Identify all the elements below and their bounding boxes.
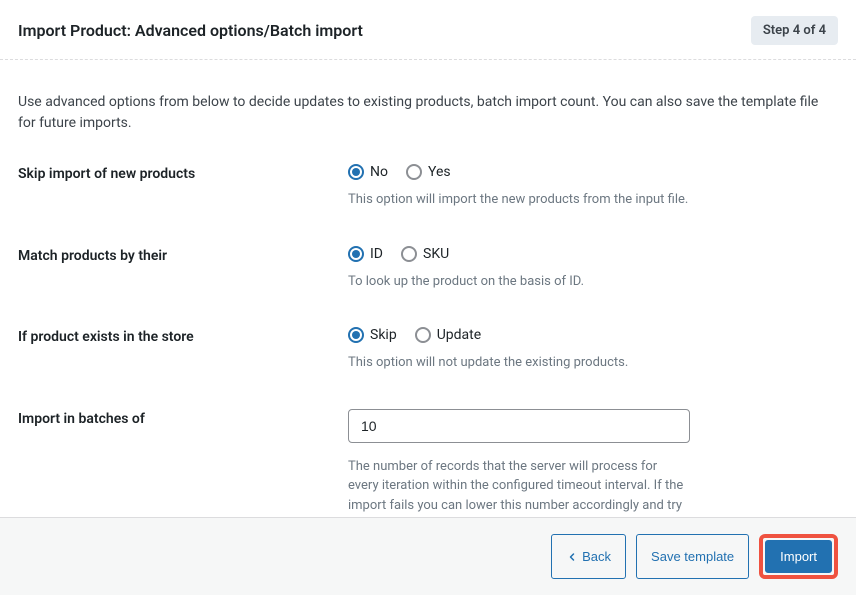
- if-exists-radio-group: Skip Update: [348, 327, 838, 343]
- page-description: Use advanced options from below to decid…: [0, 60, 856, 164]
- radio-icon: [348, 164, 364, 180]
- skip-import-yes-radio[interactable]: Yes: [406, 164, 451, 180]
- radio-icon: [401, 246, 417, 262]
- if-exists-help: This option will not update the existing…: [348, 353, 838, 373]
- save-template-button[interactable]: Save template: [636, 534, 749, 579]
- footer: Back Save template Import: [0, 517, 856, 595]
- back-button[interactable]: Back: [551, 534, 626, 579]
- import-button[interactable]: Import: [765, 540, 832, 573]
- radio-label: Skip: [370, 327, 397, 343]
- radio-label: Yes: [428, 164, 451, 180]
- page-title: Import Product: Advanced options/Batch i…: [18, 21, 363, 40]
- radio-label: SKU: [423, 246, 449, 262]
- skip-import-label: Skip import of new products: [18, 164, 348, 182]
- match-by-help: To look up the product on the basis of I…: [348, 272, 838, 292]
- match-by-sku-radio[interactable]: SKU: [401, 246, 449, 262]
- skip-import-radio-group: No Yes: [348, 164, 838, 180]
- radio-label: No: [370, 164, 388, 180]
- batch-size-input[interactable]: [348, 409, 690, 443]
- save-template-button-label: Save template: [651, 549, 734, 564]
- import-highlight: Import: [759, 534, 838, 579]
- if-exists-update-radio[interactable]: Update: [415, 327, 481, 343]
- chevron-left-icon: [566, 551, 578, 563]
- page-header: Import Product: Advanced options/Batch i…: [0, 0, 856, 60]
- step-badge: Step 4 of 4: [751, 16, 838, 45]
- form-section: Skip import of new products No Yes This …: [0, 164, 856, 535]
- if-exists-row: If product exists in the store Skip Upda…: [18, 327, 838, 373]
- radio-label: Update: [437, 327, 481, 343]
- back-button-label: Back: [582, 549, 611, 564]
- match-by-id-radio[interactable]: ID: [348, 246, 383, 262]
- radio-icon: [406, 164, 422, 180]
- if-exists-label: If product exists in the store: [18, 327, 348, 345]
- skip-import-help: This option will import the new products…: [348, 190, 838, 210]
- radio-icon: [348, 246, 364, 262]
- match-by-radio-group: ID SKU: [348, 246, 838, 262]
- batch-size-row: Import in batches of The number of recor…: [18, 409, 838, 535]
- match-by-label: Match products by their: [18, 246, 348, 264]
- if-exists-skip-radio[interactable]: Skip: [348, 327, 397, 343]
- skip-import-row: Skip import of new products No Yes This …: [18, 164, 838, 210]
- batch-size-label: Import in batches of: [18, 409, 348, 427]
- radio-label: ID: [370, 246, 383, 262]
- import-button-label: Import: [780, 549, 817, 564]
- skip-import-no-radio[interactable]: No: [348, 164, 388, 180]
- match-by-row: Match products by their ID SKU To look u…: [18, 246, 838, 292]
- radio-icon: [415, 327, 431, 343]
- radio-icon: [348, 327, 364, 343]
